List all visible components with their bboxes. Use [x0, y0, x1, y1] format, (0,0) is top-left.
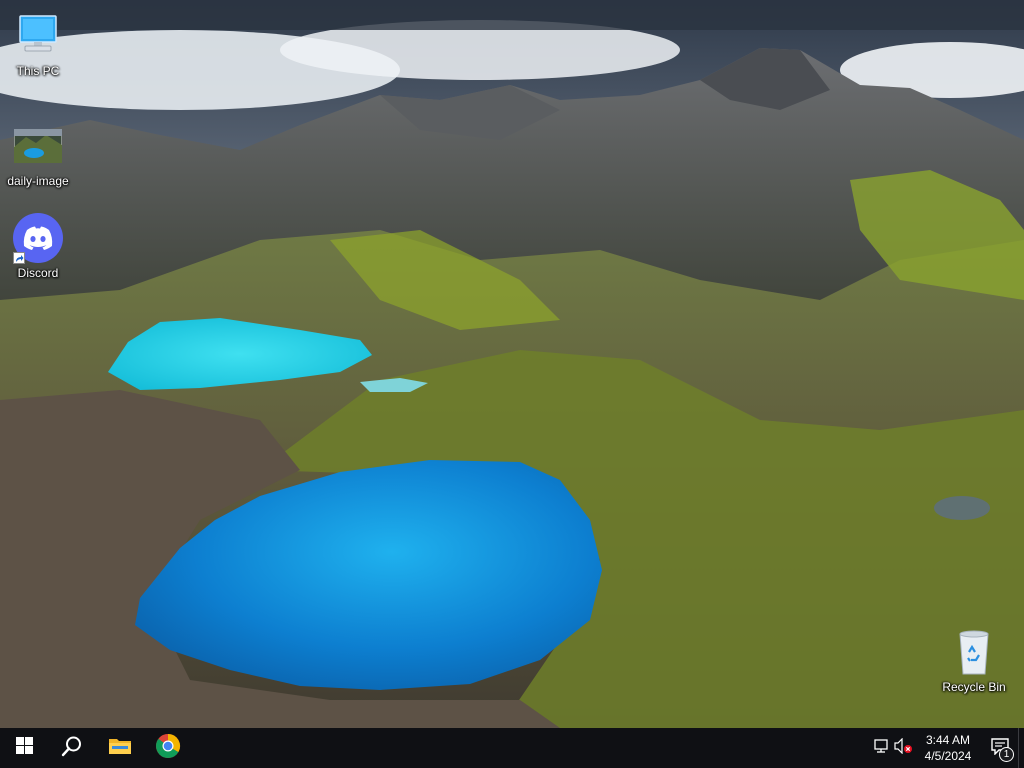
clock-date: 4/5/2024	[924, 749, 972, 763]
search-button[interactable]	[48, 728, 96, 768]
search-icon	[61, 735, 83, 762]
desktop-icon-label: Recycle Bin	[942, 680, 1006, 694]
computer-icon	[12, 10, 64, 62]
notification-count-badge: 1	[999, 747, 1014, 762]
action-center-button[interactable]: 1	[982, 728, 1018, 768]
desktop-icon-discord[interactable]: Discord	[0, 212, 76, 280]
taskbar-clock[interactable]: 3:44 AM 4/5/2024	[918, 728, 978, 768]
recycle-bin-icon	[948, 626, 1000, 678]
windows-logo-icon	[15, 737, 33, 759]
wallpaper-mountain-lakes	[0, 0, 1024, 728]
clock-time: 3:44 AM	[925, 733, 971, 747]
taskbar-google-chrome[interactable]	[144, 728, 192, 768]
show-desktop-button[interactable]	[1018, 728, 1024, 768]
discord-icon	[12, 212, 64, 264]
image-file-icon	[12, 120, 64, 172]
system-tray: 3:44 AM 4/5/2024 1	[870, 728, 1024, 768]
chrome-icon	[155, 733, 181, 764]
volume-button[interactable]	[892, 728, 914, 768]
network-button[interactable]	[870, 728, 892, 768]
desktop-icon-this-pc[interactable]: This PC	[0, 10, 76, 78]
taskbar: 3:44 AM 4/5/2024 1	[0, 728, 1024, 768]
desktop-icon-label: daily-image	[7, 174, 69, 188]
taskbar-file-explorer[interactable]	[96, 728, 144, 768]
volume-muted-icon	[893, 737, 913, 759]
desktop-icon-label: Discord	[17, 266, 59, 280]
start-button[interactable]	[0, 728, 48, 768]
network-icon	[872, 738, 890, 759]
desktop-icon-daily-image[interactable]: daily-image	[0, 120, 76, 188]
folder-icon	[108, 736, 132, 761]
shortcut-arrow-icon	[13, 252, 25, 264]
desktop[interactable]: This PC daily-image Discord Recycle Bin	[0, 0, 1024, 728]
desktop-icon-recycle-bin[interactable]: Recycle Bin	[936, 626, 1012, 694]
desktop-icon-label: This PC	[16, 64, 60, 78]
